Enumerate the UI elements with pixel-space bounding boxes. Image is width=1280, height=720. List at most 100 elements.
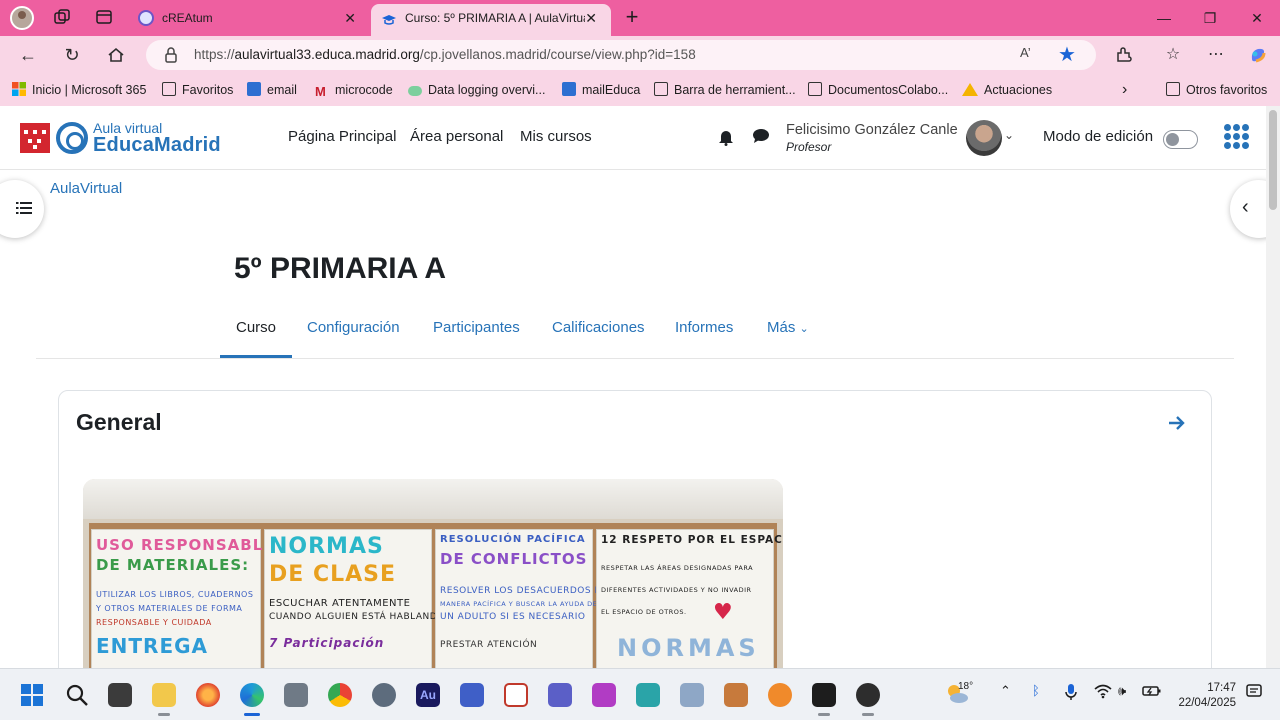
tab-creatum[interactable]: cREAtum ✕ — [128, 4, 370, 36]
volume-icon[interactable]: 🕪 — [1118, 683, 1126, 699]
bookmark-documentos[interactable]: DocumentosColabo... — [808, 82, 948, 98]
profile-avatar[interactable] — [10, 6, 34, 30]
poster-card-resolucion-conflictos: RESOLUCIÓN PACÍFICA DE CONFLICTOS RESOLV… — [435, 529, 608, 668]
url-text[interactable]: https://aulavirtual33.educa.madrid.org/c… — [194, 40, 696, 70]
app-orange-icon[interactable] — [768, 683, 792, 707]
notifications-bell-icon[interactable] — [718, 128, 734, 146]
restore-icon[interactable]: ❐ — [1198, 6, 1222, 30]
notifications-icon[interactable] — [1246, 683, 1262, 702]
bookmark-data-logging[interactable]: Data logging overvi... — [408, 82, 545, 98]
chevron-down-icon[interactable]: ⌄ — [1004, 128, 1014, 142]
bookmarks-bar: Inicio | Microsoft 365 Favoritos email M… — [0, 74, 1280, 106]
arrow-right-icon[interactable] — [1167, 413, 1187, 433]
sticky-app-icon[interactable] — [812, 683, 836, 716]
favorites-icon[interactable]: ☆ — [1161, 43, 1185, 67]
document-app-icon[interactable] — [504, 683, 528, 707]
app-purple-icon[interactable] — [592, 683, 616, 707]
back-icon[interactable]: ← — [16, 43, 40, 67]
windows-start-icon[interactable] — [20, 683, 44, 707]
edge-icon[interactable] — [240, 683, 264, 716]
apps-grid-icon[interactable] — [1224, 124, 1250, 150]
inkscape-icon[interactable] — [284, 683, 308, 707]
bookmark-maileduca[interactable]: mailEduca — [562, 82, 640, 98]
copilot-icon[interactable] — [1246, 43, 1270, 67]
workspaces-icon[interactable] — [52, 8, 72, 28]
battery-icon[interactable] — [1142, 683, 1162, 702]
section-title[interactable]: General — [76, 409, 162, 436]
obs-icon[interactable] — [856, 683, 880, 716]
chrome-icon[interactable] — [328, 683, 352, 707]
bookmark-actuaciones[interactable]: Actuaciones — [962, 82, 1052, 98]
close-window-icon[interactable]: ✕ — [1245, 6, 1269, 30]
edu-app-icon[interactable] — [636, 683, 660, 707]
educamadrid-logo-icon[interactable] — [56, 122, 88, 154]
tab-actions-icon[interactable] — [94, 8, 114, 28]
brand-title[interactable]: EducaMadrid — [93, 134, 221, 157]
settings-gear-icon[interactable] — [372, 683, 396, 707]
wifi-icon[interactable] — [1094, 683, 1112, 702]
block-drawer-button[interactable]: ‹ — [1230, 180, 1266, 238]
file-explorer-icon[interactable] — [152, 683, 176, 716]
refresh-icon[interactable]: ↻ — [60, 43, 84, 67]
tab-label: Curso: 5º PRIMARIA A | AulaVirtual — [405, 11, 585, 25]
extensions-icon[interactable] — [1112, 43, 1136, 67]
tab-calificaciones[interactable]: Calificaciones — [552, 318, 645, 358]
close-icon[interactable]: ✕ — [344, 4, 356, 32]
favorite-star-icon[interactable]: ★ — [1058, 42, 1076, 67]
teams-icon[interactable] — [548, 683, 572, 707]
scrollbar-thumb[interactable] — [1269, 110, 1277, 210]
breadcrumb[interactable]: AulaVirtual — [50, 180, 122, 197]
tab-curso[interactable]: Curso — [220, 318, 293, 358]
close-icon[interactable]: ✕ — [585, 4, 597, 32]
bookmark-microcode[interactable]: Mmicrocode — [315, 82, 393, 99]
weather-temperature[interactable]: 18° — [958, 681, 973, 692]
nav-pagina-principal[interactable]: Página Principal — [288, 128, 396, 145]
folder-icon — [162, 82, 176, 96]
edit-mode-toggle[interactable] — [1163, 130, 1198, 149]
more-bookmarks-chevron-icon[interactable]: › — [1122, 82, 1127, 98]
read-aloud-icon[interactable]: A’ — [1020, 45, 1031, 60]
nav-mis-cursos[interactable]: Mis cursos — [520, 128, 592, 145]
minimize-icon[interactable]: — — [1152, 6, 1176, 30]
bluetooth-icon[interactable]: ᛒ — [1032, 683, 1040, 698]
windows-taskbar: Au 18° ⌃ ᛒ 🕪 17:47 22/04/2025 — [0, 668, 1280, 720]
bookmark-microsoft-365[interactable]: Inicio | Microsoft 365 — [12, 82, 146, 98]
new-tab-button[interactable]: + — [620, 6, 644, 30]
course-index-drawer-button[interactable] — [0, 180, 44, 238]
home-icon[interactable] — [104, 43, 128, 67]
comunidad-madrid-logo[interactable] — [20, 123, 50, 153]
nav-area-personal[interactable]: Área personal — [410, 128, 503, 145]
app-tools-icon[interactable] — [724, 683, 748, 707]
firefox-icon[interactable] — [196, 683, 220, 707]
browser-toolbar: ← ↻ https://aulavirtual33.educa.madrid.o… — [0, 36, 1280, 74]
tab-course[interactable]: Curso: 5º PRIMARIA A | AulaVirtual ✕ — [371, 4, 611, 36]
user-avatar[interactable] — [966, 120, 1002, 156]
folder-icon — [1166, 82, 1180, 96]
tab-participantes[interactable]: Participantes — [433, 318, 520, 358]
messages-chat-icon[interactable] — [752, 128, 770, 144]
edit-mode-label: Modo de edición — [1043, 128, 1154, 145]
system-clock[interactable]: 17:47 22/04/2025 — [1170, 681, 1236, 711]
search-icon[interactable] — [65, 683, 89, 707]
bookmark-barra-herramientas[interactable]: Barra de herramient... — [654, 82, 796, 98]
audition-icon[interactable]: Au — [416, 683, 440, 707]
address-bar[interactable]: https://aulavirtual33.educa.madrid.org/c… — [146, 40, 1096, 70]
tab-mas[interactable]: Más ⌄ — [767, 318, 809, 358]
settings-more-icon[interactable]: ⋯ — [1204, 43, 1228, 67]
page-scrollbar[interactable] — [1266, 106, 1280, 668]
heart-icon: ♥ — [713, 600, 733, 625]
bookmark-email[interactable]: email — [247, 82, 297, 98]
browser-titlebar: cREAtum ✕ Curso: 5º PRIMARIA A | AulaVir… — [0, 0, 1280, 36]
bookmark-favoritos[interactable]: Favoritos — [162, 82, 233, 98]
microphone-icon[interactable] — [1064, 683, 1078, 704]
lock-icon[interactable] — [164, 46, 178, 64]
wall-background — [83, 479, 783, 519]
tab-configuracion[interactable]: Configuración — [307, 318, 400, 358]
chevron-up-icon[interactable]: ⌃ — [1000, 683, 1011, 699]
user-name[interactable]: Felicisimo González Canle — [786, 122, 958, 138]
bookmark-otros-favoritos[interactable]: Otros favoritos — [1166, 82, 1267, 98]
task-view-icon[interactable] — [108, 683, 132, 707]
power-automate-icon[interactable] — [460, 683, 484, 707]
app-bird-icon[interactable] — [680, 683, 704, 707]
tab-informes[interactable]: Informes — [675, 318, 733, 358]
